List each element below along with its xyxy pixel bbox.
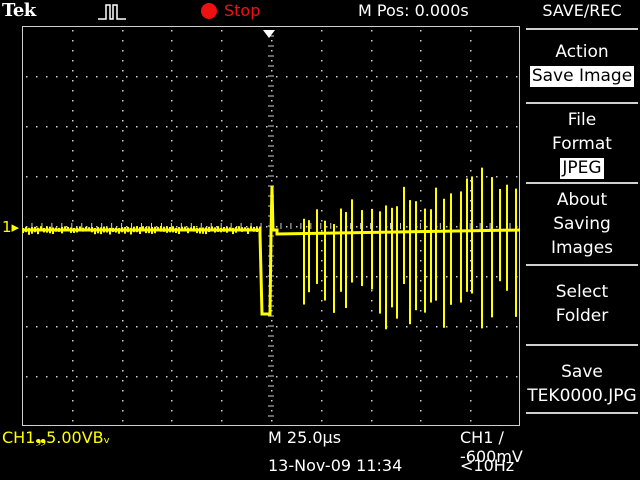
file-format-label-1: File bbox=[567, 110, 597, 130]
select-folder-button[interactable]: Select Folder bbox=[524, 280, 640, 328]
about-label-2: Saving bbox=[553, 214, 611, 234]
timebase-readout: M 25.0µs bbox=[268, 428, 342, 447]
status-bar-bottom: CH1❠5.00VBᵥ M 25.0µs CH1 ∕ -600mV 13-Nov… bbox=[0, 424, 524, 480]
about-label-3: Images bbox=[550, 238, 614, 258]
about-saving-images-button[interactable]: About Saving Images bbox=[524, 188, 640, 260]
side-menu: SAVE/REC Action Save Image File Format J… bbox=[524, 0, 640, 480]
action-label: Action bbox=[555, 42, 609, 62]
menu-divider bbox=[526, 412, 638, 414]
trigger-position-marker-icon bbox=[263, 30, 275, 38]
menu-divider bbox=[526, 102, 638, 104]
menu-divider bbox=[526, 344, 638, 346]
action-value: Save Image bbox=[529, 66, 635, 87]
action-menu-button[interactable]: Action Save Image bbox=[524, 40, 640, 88]
acquisition-state: Stop bbox=[224, 1, 261, 20]
select-label-2: Folder bbox=[555, 306, 609, 326]
stop-indicator-icon bbox=[201, 3, 217, 19]
trigger-frequency-readout: <10Hz bbox=[460, 456, 515, 475]
status-bar-top: Tek Stop M Pos: 0.000s bbox=[0, 0, 524, 22]
trigger-waveform-icon bbox=[98, 4, 126, 20]
menu-divider bbox=[526, 182, 638, 184]
file-format-menu-button[interactable]: File Format JPEG bbox=[524, 108, 640, 180]
file-format-label-2: Format bbox=[552, 134, 612, 154]
date-time-readout: 13-Nov-09 11:34 bbox=[268, 456, 403, 475]
ch1-scale-readout: CH1❠5.00VBᵥ bbox=[2, 428, 111, 447]
menu-title: SAVE/REC bbox=[542, 1, 622, 20]
about-label-1: About bbox=[556, 190, 608, 210]
waveform-display bbox=[22, 26, 520, 426]
ch1-ground-marker: 1▸ bbox=[2, 218, 20, 236]
save-label: Save bbox=[561, 362, 603, 382]
horizontal-position: M Pos: 0.000s bbox=[358, 1, 469, 20]
save-file-button[interactable]: Save TEK0000.JPG bbox=[524, 360, 640, 408]
brand-logo: Tek bbox=[2, 0, 36, 21]
save-filename: TEK0000.JPG bbox=[527, 386, 637, 406]
file-format-value: JPEG bbox=[560, 158, 604, 179]
menu-divider bbox=[526, 28, 638, 30]
menu-divider bbox=[526, 264, 638, 266]
select-label-1: Select bbox=[555, 282, 609, 302]
